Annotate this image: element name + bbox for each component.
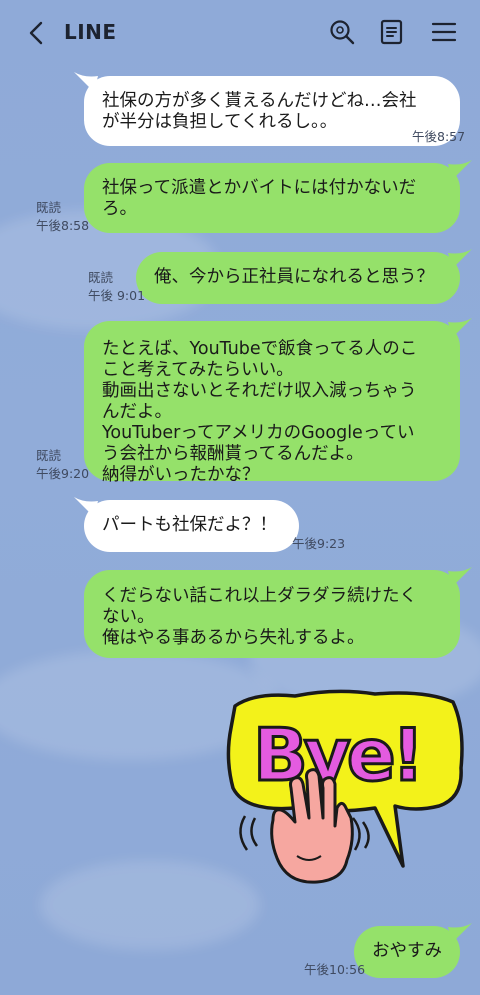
read-receipt: 既読	[88, 270, 114, 285]
message-bubble-received[interactable]: 社保の方が多く貰えるんだけどね…会社 が半分は負担してくれるし。。	[84, 76, 460, 146]
message-bubble-sent[interactable]: たとえば、YouTubeで飯食ってる人のこ こと考えてみたらいい。 動画出さない…	[84, 321, 460, 485]
bubble-tail	[448, 318, 472, 338]
bubble-tail	[448, 160, 472, 180]
read-receipt: 既読	[36, 448, 62, 463]
message-time: 午後8:57	[412, 129, 466, 144]
message-bubble-sent[interactable]: 俺、今から正社員になれると思う？	[136, 252, 460, 304]
bubble-tail	[448, 923, 472, 943]
message-bubble-sent[interactable]: 社保って派遣とかバイトには付かないだ ろ。	[84, 163, 460, 233]
note-icon[interactable]	[378, 18, 406, 46]
message-time: 午後8:58	[36, 218, 90, 233]
bubble-tail	[448, 249, 472, 269]
bye-sticker[interactable]: Bye!	[225, 688, 465, 888]
message-bubble-sent[interactable]: くだらない話これ以上ダラダラ続けたく ない。 俺はやる事あるから失礼するよ。	[84, 570, 460, 658]
message-time: 午後9:20	[36, 466, 90, 481]
message-time: 午後10:56	[304, 962, 366, 977]
chevron-left-icon[interactable]	[26, 20, 48, 46]
bubble-tail	[74, 497, 98, 517]
bubble-tail	[448, 567, 472, 587]
message-time: 午後9:23	[292, 536, 346, 551]
message-bubble-received[interactable]: パートも社保だよ？！	[84, 500, 299, 552]
read-receipt: 既読	[36, 200, 62, 215]
chat-header: LINE	[0, 0, 480, 66]
chat-title: LINE	[64, 20, 117, 44]
message-time: 午後 9:01	[88, 288, 146, 303]
search-icon[interactable]	[328, 18, 356, 46]
sticker-text: Bye!	[253, 713, 420, 797]
menu-icon[interactable]	[430, 18, 458, 46]
bubble-tail	[74, 72, 98, 92]
message-bubble-sent[interactable]: おやすみ	[354, 926, 460, 978]
